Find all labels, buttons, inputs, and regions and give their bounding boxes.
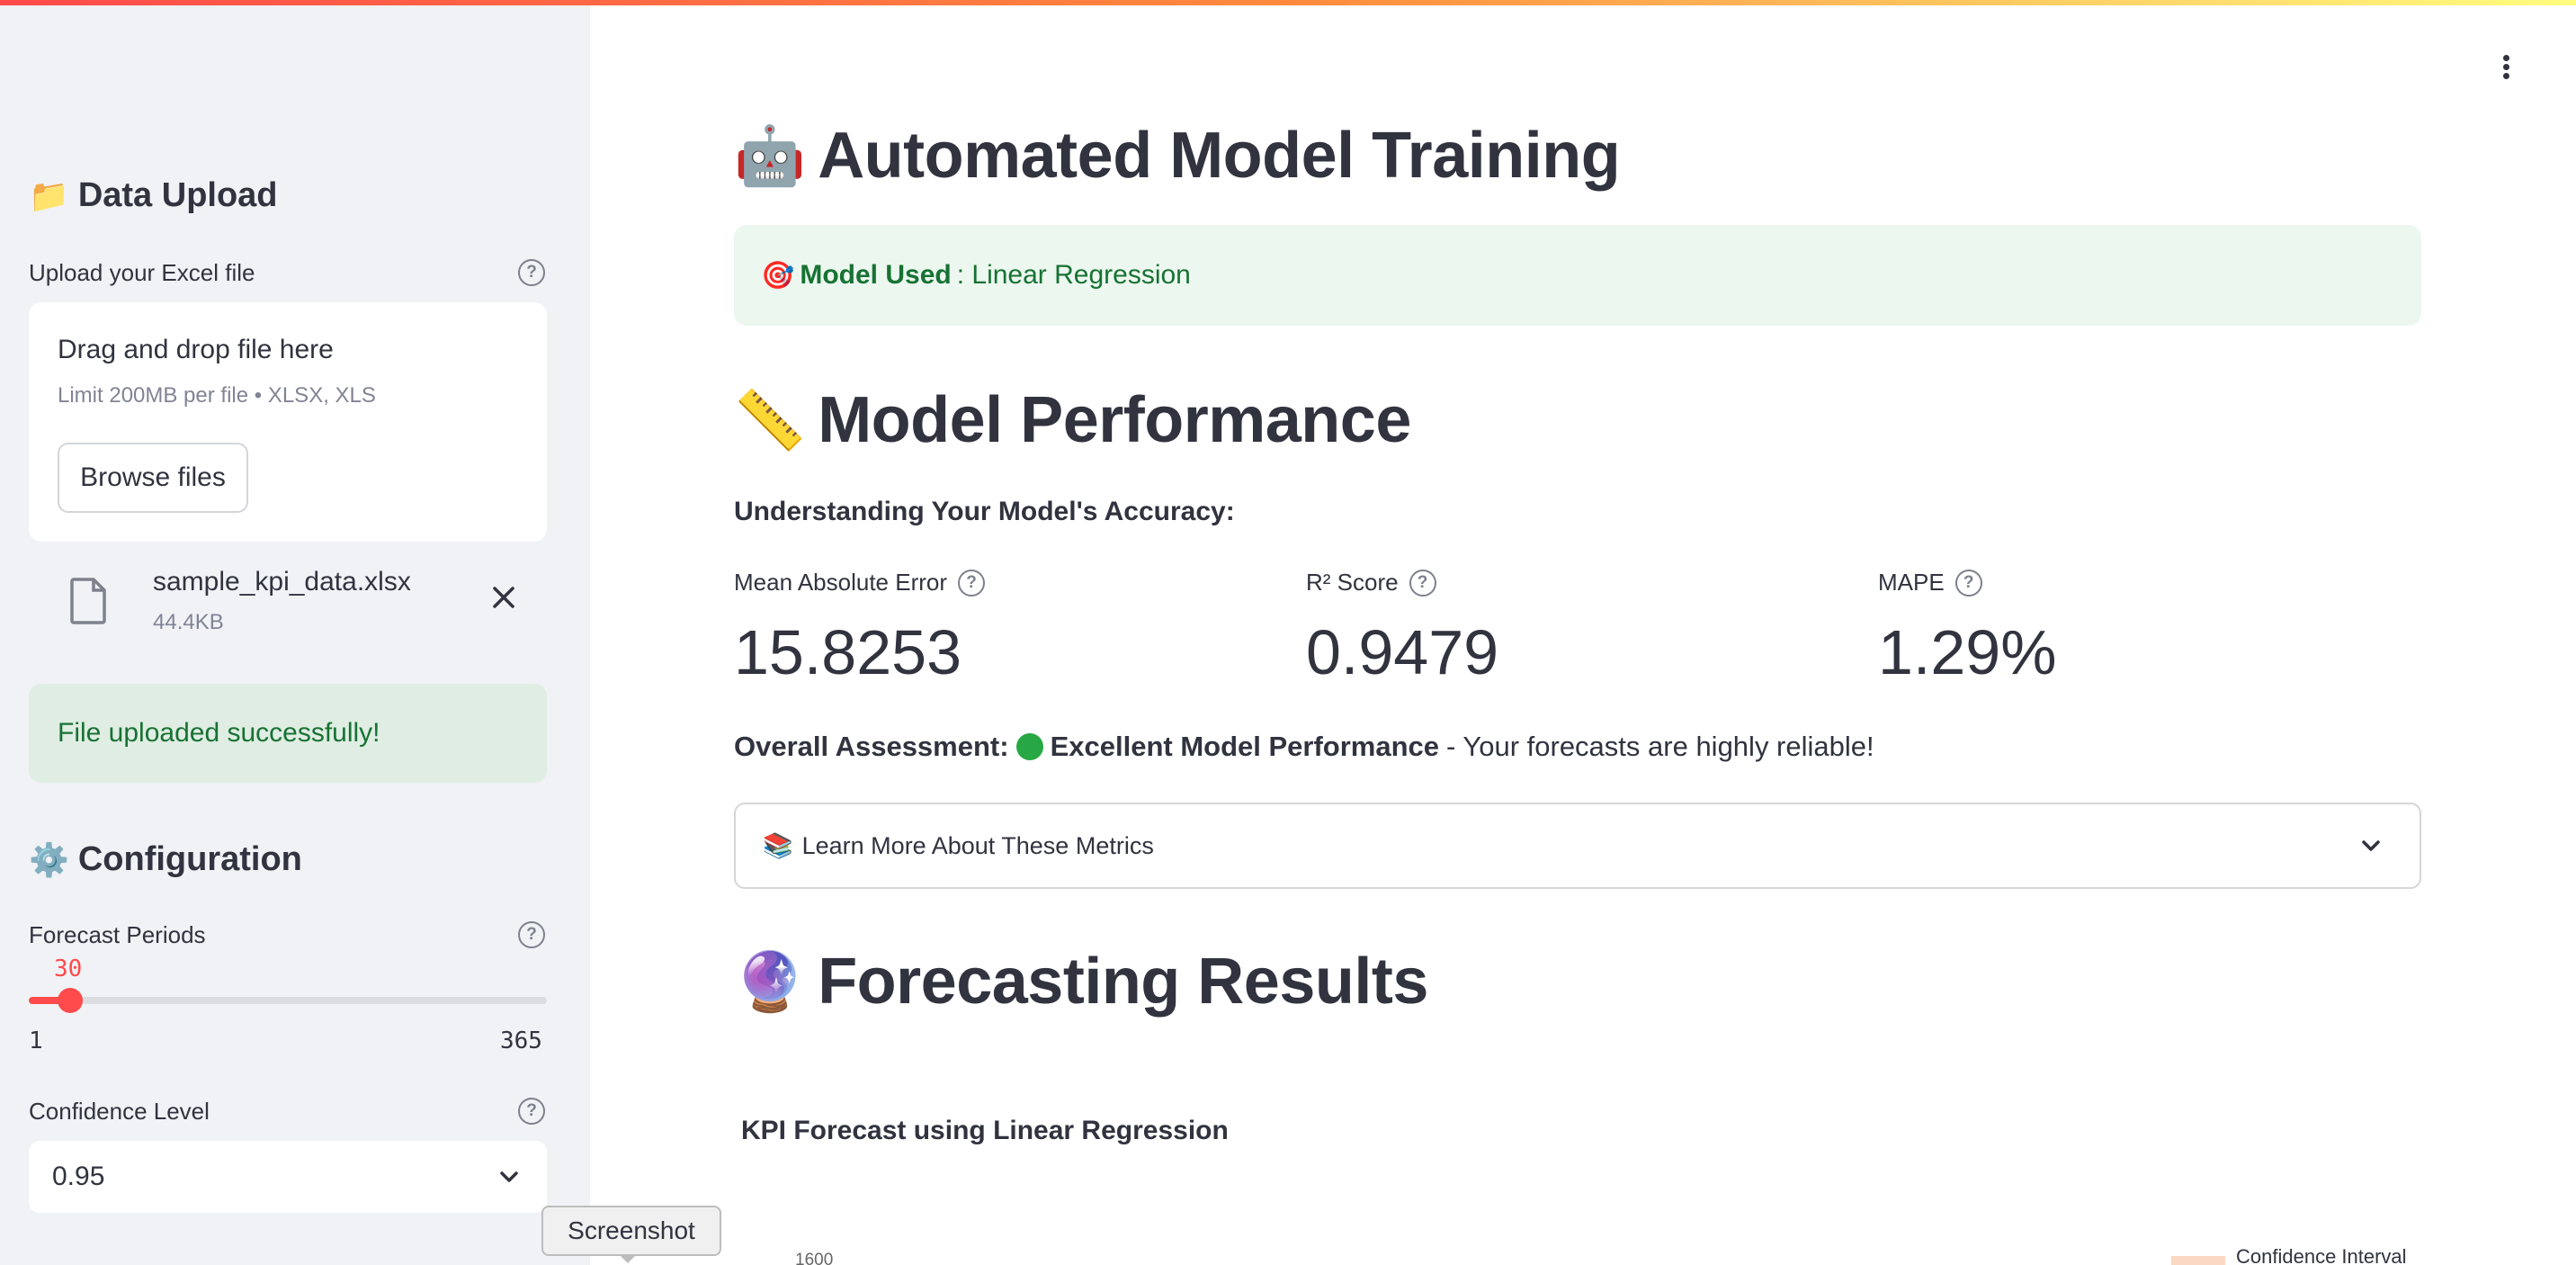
dropzone-limit: Limit 200MB per file • XLSX, XLS (58, 383, 376, 408)
metric-label: R² Score (1306, 569, 1399, 596)
screenshot-tooltip: Screenshot (541, 1206, 721, 1256)
gear-icon: ⚙️ (29, 840, 69, 878)
upload-heading: 📁 Data Upload (29, 176, 278, 215)
remove-file-button[interactable] (484, 578, 523, 617)
confidence-selected-value: 0.95 (52, 1162, 105, 1191)
file-icon (70, 578, 106, 624)
folder-icon: 📁 (29, 176, 69, 214)
target-icon: 🎯 (761, 260, 795, 291)
metric-r2: R² Score ? 0.9479 (1306, 569, 1498, 688)
slider-min-label: 1 (29, 1027, 43, 1054)
dot (2502, 64, 2509, 70)
upload-success-alert: File uploaded successfully! (29, 684, 547, 783)
page-title: 🤖 Automated Model Training (734, 119, 1621, 193)
legend-label: Confidence Interval (2236, 1245, 2407, 1265)
forecast-periods-label: Forecast Periods (29, 921, 206, 948)
chevron-down-icon (500, 1171, 518, 1182)
performance-title: 📏 Model Performance (734, 383, 1411, 457)
chart-y-tick: 1600 (795, 1251, 834, 1265)
model-used-value: : Linear Regression (956, 260, 1191, 290)
model-used-alert: 🎯 Model Used: Linear Regression (734, 225, 2421, 326)
page-title-text: Automated Model Training (818, 120, 1621, 192)
config-heading-text: Configuration (77, 840, 302, 878)
top-decoration-bar (0, 0, 2576, 5)
expander-label: Learn More About These Metrics (801, 831, 1154, 859)
assessment-label: Overall Assessment: (734, 731, 1009, 762)
dot (2502, 55, 2509, 61)
learn-more-expander[interactable]: 📚 Learn More About These Metrics (734, 803, 2421, 889)
config-heading: ⚙️ Configuration (29, 840, 302, 879)
metric-value: 1.29% (1878, 617, 2057, 687)
success-message: File uploaded successfully! (58, 718, 380, 748)
assessment-rating: Excellent Model Performance (1050, 731, 1440, 762)
performance-title-text: Model Performance (818, 384, 1411, 456)
help-icon[interactable]: ? (1954, 569, 1982, 597)
sidebar: 📁 Data Upload Upload your Excel file ? D… (0, 0, 590, 1265)
help-icon[interactable]: ? (518, 259, 545, 286)
file-size: 44.4KB (153, 610, 224, 634)
forecast-slider-value: 30 (54, 955, 83, 982)
robot-icon: 🤖 (734, 122, 806, 188)
confidence-level-select[interactable]: 0.95 (29, 1141, 547, 1213)
legend-swatch (2171, 1256, 2225, 1265)
close-icon (493, 587, 514, 608)
forecasting-title: 🔮 Forecasting Results (734, 945, 1428, 1018)
slider-max-label: 365 (500, 1027, 542, 1054)
help-icon[interactable]: ? (1409, 569, 1436, 597)
metric-mape: MAPE ? 1.29% (1878, 569, 2056, 688)
assessment-text: - Your forecasts are highly reliable! (1446, 731, 1874, 762)
upload-label: Upload your Excel file (29, 259, 255, 286)
forecasting-title-text: Forecasting Results (818, 946, 1428, 1018)
forecast-periods-slider[interactable] (29, 988, 547, 1013)
books-icon: 📚 (763, 832, 793, 859)
help-icon[interactable]: ? (958, 569, 986, 597)
ruler-icon: 📏 (734, 387, 806, 453)
dot (2502, 73, 2509, 79)
confidence-level-label: Confidence Level (29, 1098, 210, 1125)
file-dropzone[interactable]: Drag and drop file here Limit 200MB per … (29, 302, 547, 542)
tooltip-arrow (619, 1254, 637, 1263)
upload-heading-text: Data Upload (77, 176, 278, 214)
metric-label: Mean Absolute Error (734, 569, 948, 596)
accuracy-subheading: Understanding Your Model's Accuracy: (734, 497, 1235, 526)
metric-value: 0.9479 (1306, 617, 1499, 687)
metric-value: 15.8253 (734, 617, 962, 687)
main-menu-button[interactable] (2495, 52, 2517, 88)
chart-title: KPI Forecast using Linear Regression (741, 1116, 1229, 1145)
metric-mae: Mean Absolute Error ? 15.8253 (734, 569, 986, 688)
help-icon[interactable]: ? (518, 921, 545, 948)
overall-assessment: Overall Assessment: Excellent Model Perf… (734, 731, 1874, 763)
model-used-label: Model Used (800, 260, 952, 290)
chevron-down-icon (2362, 840, 2380, 851)
browse-files-button[interactable]: Browse files (58, 443, 248, 513)
crystal-ball-icon: 🔮 (734, 948, 806, 1014)
file-name: sample_kpi_data.xlsx (153, 567, 411, 597)
help-icon[interactable]: ? (518, 1098, 545, 1125)
uploaded-file-item: sample_kpi_data.xlsx 44.4KB (29, 558, 547, 648)
metric-label: MAPE (1878, 569, 1945, 596)
green-circle-icon (1015, 733, 1043, 760)
slider-thumb[interactable] (57, 988, 83, 1013)
dropzone-title: Drag and drop file here (58, 335, 334, 364)
